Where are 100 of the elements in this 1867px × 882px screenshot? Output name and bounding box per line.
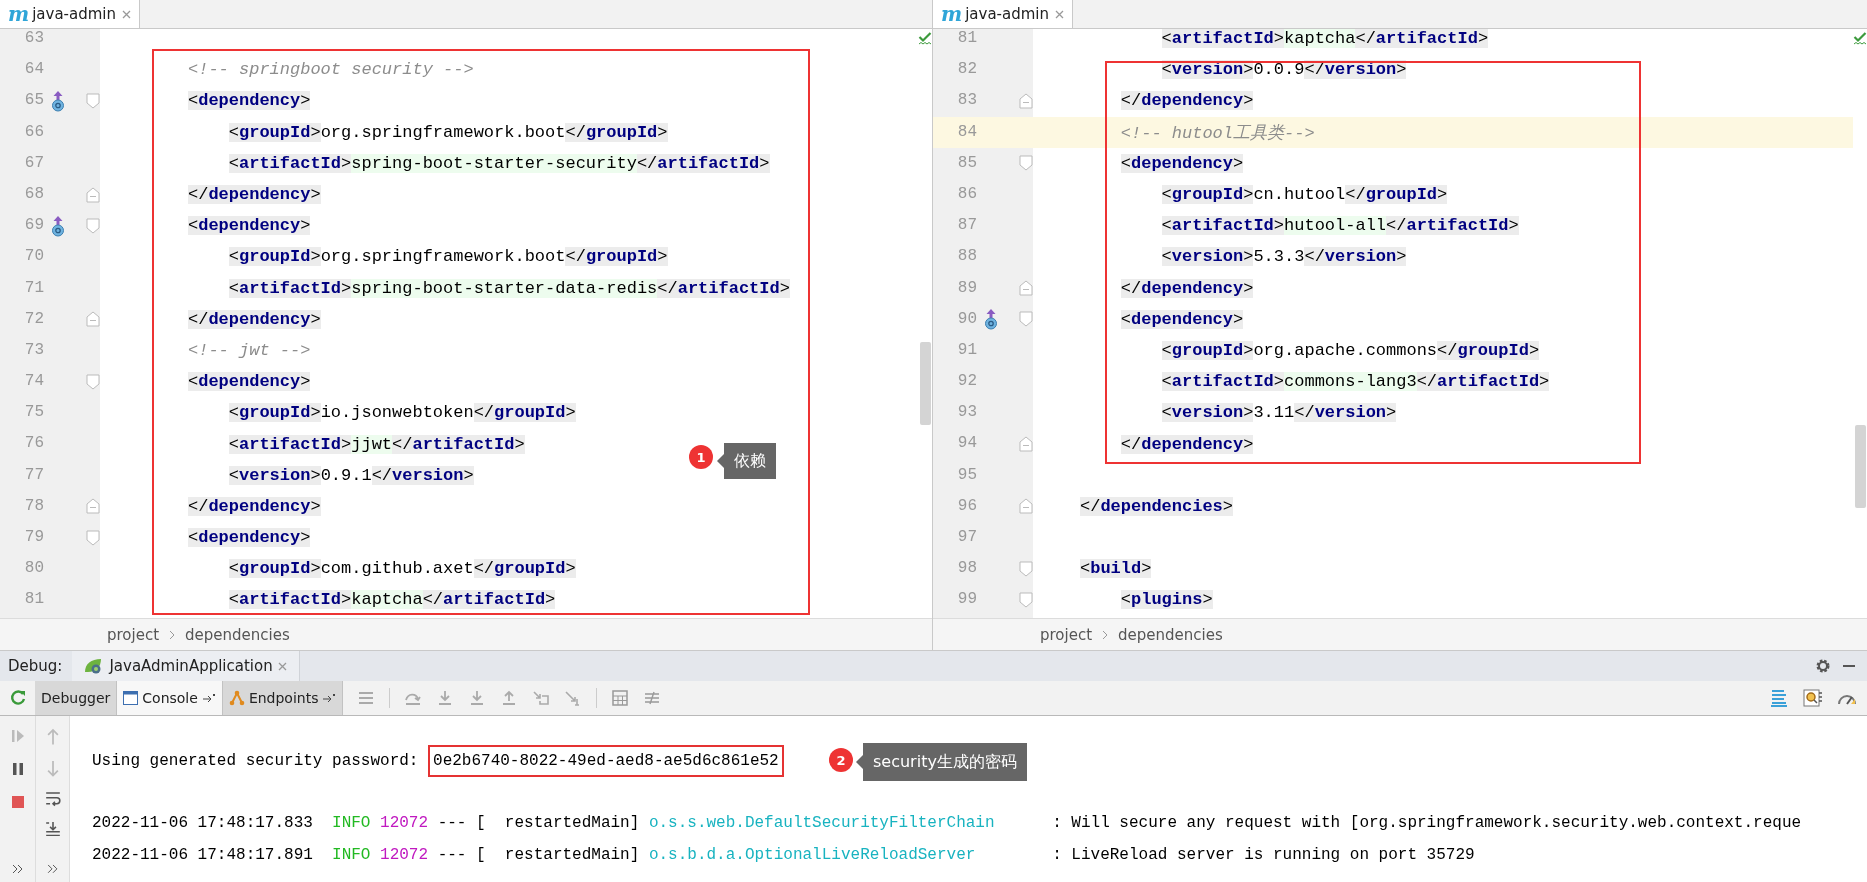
line-number: 96 [956,495,977,517]
fold-icon[interactable] [1019,155,1033,172]
panel-tab[interactable]: Debugger [35,681,118,715]
panel-tab[interactable]: Console [117,681,223,715]
xml-tag: <version> [1161,403,1254,423]
arrow-circle-icon[interactable] [984,308,998,331]
code-text: spring-boot-starter-data-redis [351,278,658,298]
stop-icon[interactable] [9,794,26,810]
code-text: 0.9.1 [320,465,372,485]
arrow-circle-icon[interactable] [51,214,65,237]
xml-tag: </artifactId> [1355,29,1489,49]
file-tab[interactable]: m java-admin [0,0,140,28]
line-number: 70 [23,246,44,268]
checkmark-icon[interactable] [918,32,932,46]
checkmark-icon[interactable] [1853,32,1867,46]
fold-icon[interactable] [1019,436,1033,453]
calculator-icon[interactable] [611,690,630,706]
xml-tag: </dependencies> [1080,496,1234,516]
fold-icon[interactable] [86,92,100,109]
xml-tag: </dependency> [188,496,321,516]
line-number: 72 [23,308,44,330]
stacked-layers-icon[interactable] [1769,688,1789,708]
xml-tag: </artifactId> [636,153,770,173]
session-tab[interactable]: JavaAdminApplication [72,651,300,681]
line-number: 86 [956,183,977,205]
code-editor[interactable] [933,29,1853,618]
line-number: 87 [956,215,977,237]
password-text: 0e2b6740-8022-49ed-aed8-ae5d6c861e52 [428,745,784,777]
pin-icon[interactable] [201,693,216,703]
fold-icon[interactable] [1019,311,1033,328]
log-time: 2022-11-06 17:48:17.833 [92,814,313,832]
xml-tag: <artifactId> [1161,216,1285,236]
line-number: 95 [956,464,977,486]
xml-tag: </artifactId> [1416,372,1550,392]
xml-tag: </dependency> [1120,278,1254,298]
chevron-right-icon [169,629,176,640]
soft-wrap-icon[interactable] [43,791,62,807]
menu-lines-icon[interactable] [357,690,376,706]
xml-tag: </groupId> [1437,340,1540,360]
xml-tag: </dependency> [1120,91,1254,111]
fold-icon[interactable] [86,529,100,546]
line-number: 66 [23,121,44,143]
xml-tag: <version> [1161,247,1254,267]
fold-icon[interactable] [1019,92,1033,109]
breadcrumb-item[interactable]: project [107,625,160,644]
xml-tag: <groupId> [228,122,321,142]
console-text: Using generated security password: [92,752,419,770]
fold-icon[interactable] [1019,280,1033,297]
xml-tag: </groupId> [473,559,576,579]
breadcrumb-item[interactable]: dependencies [185,625,290,644]
resume-icon[interactable] [9,728,26,744]
fold-icon[interactable] [1019,498,1033,515]
document-search-icon[interactable] [1803,688,1823,708]
scrollbar-thumb[interactable] [1854,425,1866,508]
log-pid: 12072 [380,846,429,864]
arrow-circle-icon[interactable] [51,89,65,112]
line-number: 97 [956,527,977,548]
log-logger: o.s.b.d.a.OptionalLiveReloadServer [648,846,977,864]
close-icon[interactable] [277,661,287,671]
xml-tag: <dependency> [188,91,311,111]
line-number: 81 [956,29,977,49]
fold-icon[interactable] [86,311,100,328]
double-chevron-icon[interactable] [11,864,24,874]
xml-tag: </dependency> [188,309,321,329]
close-icon[interactable] [122,9,131,19]
line-number: 77 [23,464,44,486]
code-text: commons-lang3 [1284,372,1417,392]
line-number: 71 [23,277,44,299]
panel-tab[interactable]: Endpoints [222,681,344,715]
fold-icon[interactable] [86,186,100,203]
breadcrumb-item[interactable]: dependencies [1118,625,1223,644]
fold-icon[interactable] [86,373,100,390]
line-number: 94 [956,433,977,455]
log-pid: 12072 [380,814,429,832]
xml-tag: <artifactId> [228,590,352,610]
fold-icon[interactable] [1019,591,1033,608]
fold-icon[interactable] [1019,560,1033,577]
line-number: 74 [23,371,44,393]
close-icon[interactable] [1055,9,1064,19]
fold-icon[interactable] [86,217,100,234]
drop-frame-icon[interactable] [532,690,551,706]
breadcrumb-item[interactable]: project [1040,625,1093,644]
double-chevron-icon[interactable] [46,864,59,874]
fold-icon[interactable] [86,498,100,515]
file-tab[interactable]: m java-admin [933,0,1073,28]
rerun-icon[interactable] [8,689,27,707]
filter-lines-icon[interactable] [643,690,662,706]
xml-tag: <groupId> [228,247,321,267]
log-thread: --- [ restartedMain] [437,814,640,832]
code-text: 3.11 [1253,403,1295,423]
scroll-to-end-icon[interactable] [43,820,62,837]
line-number: 90 [956,308,977,330]
xml-tag: </groupId> [473,403,576,423]
xml-tag: <artifactId> [228,278,352,298]
pin-icon[interactable] [322,693,337,703]
code-text: com.github.axet [320,559,474,579]
scrollbar-thumb[interactable] [919,342,931,425]
settings-icon[interactable] [1815,658,1831,674]
callout-tooltip: security生成的密码 [855,743,1027,781]
line-number: 67 [23,152,44,174]
